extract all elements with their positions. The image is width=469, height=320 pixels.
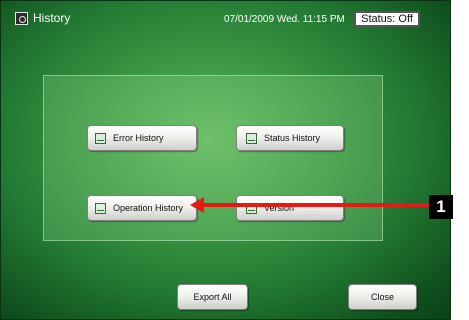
close-button[interactable]: Close	[348, 284, 417, 310]
callout-badge: 1	[429, 195, 453, 219]
version-button[interactable]: Version	[236, 195, 344, 221]
error-history-label: Error History	[113, 133, 164, 143]
callout-arrow-head	[190, 197, 204, 213]
operation-history-label: Operation History	[113, 203, 184, 213]
datetime-display: 07/01/2009 Wed. 11:15 PM	[224, 14, 345, 25]
status-badge: Status: Off	[354, 11, 420, 27]
callout-arrow-line	[203, 203, 429, 207]
status-history-label: Status History	[264, 133, 321, 143]
status-icon	[246, 132, 257, 144]
history-icon	[15, 12, 28, 25]
error-history-button[interactable]: Error History	[87, 125, 197, 151]
history-screen: History 07/01/2009 Wed. 11:15 PM Status:…	[0, 0, 451, 320]
page-title: History	[33, 11, 71, 25]
chart-icon	[95, 132, 106, 144]
operation-history-button[interactable]: Operation History	[87, 195, 197, 221]
status-history-button[interactable]: Status History	[236, 125, 344, 151]
export-all-button[interactable]: Export All	[177, 284, 248, 310]
list-icon	[95, 202, 106, 214]
